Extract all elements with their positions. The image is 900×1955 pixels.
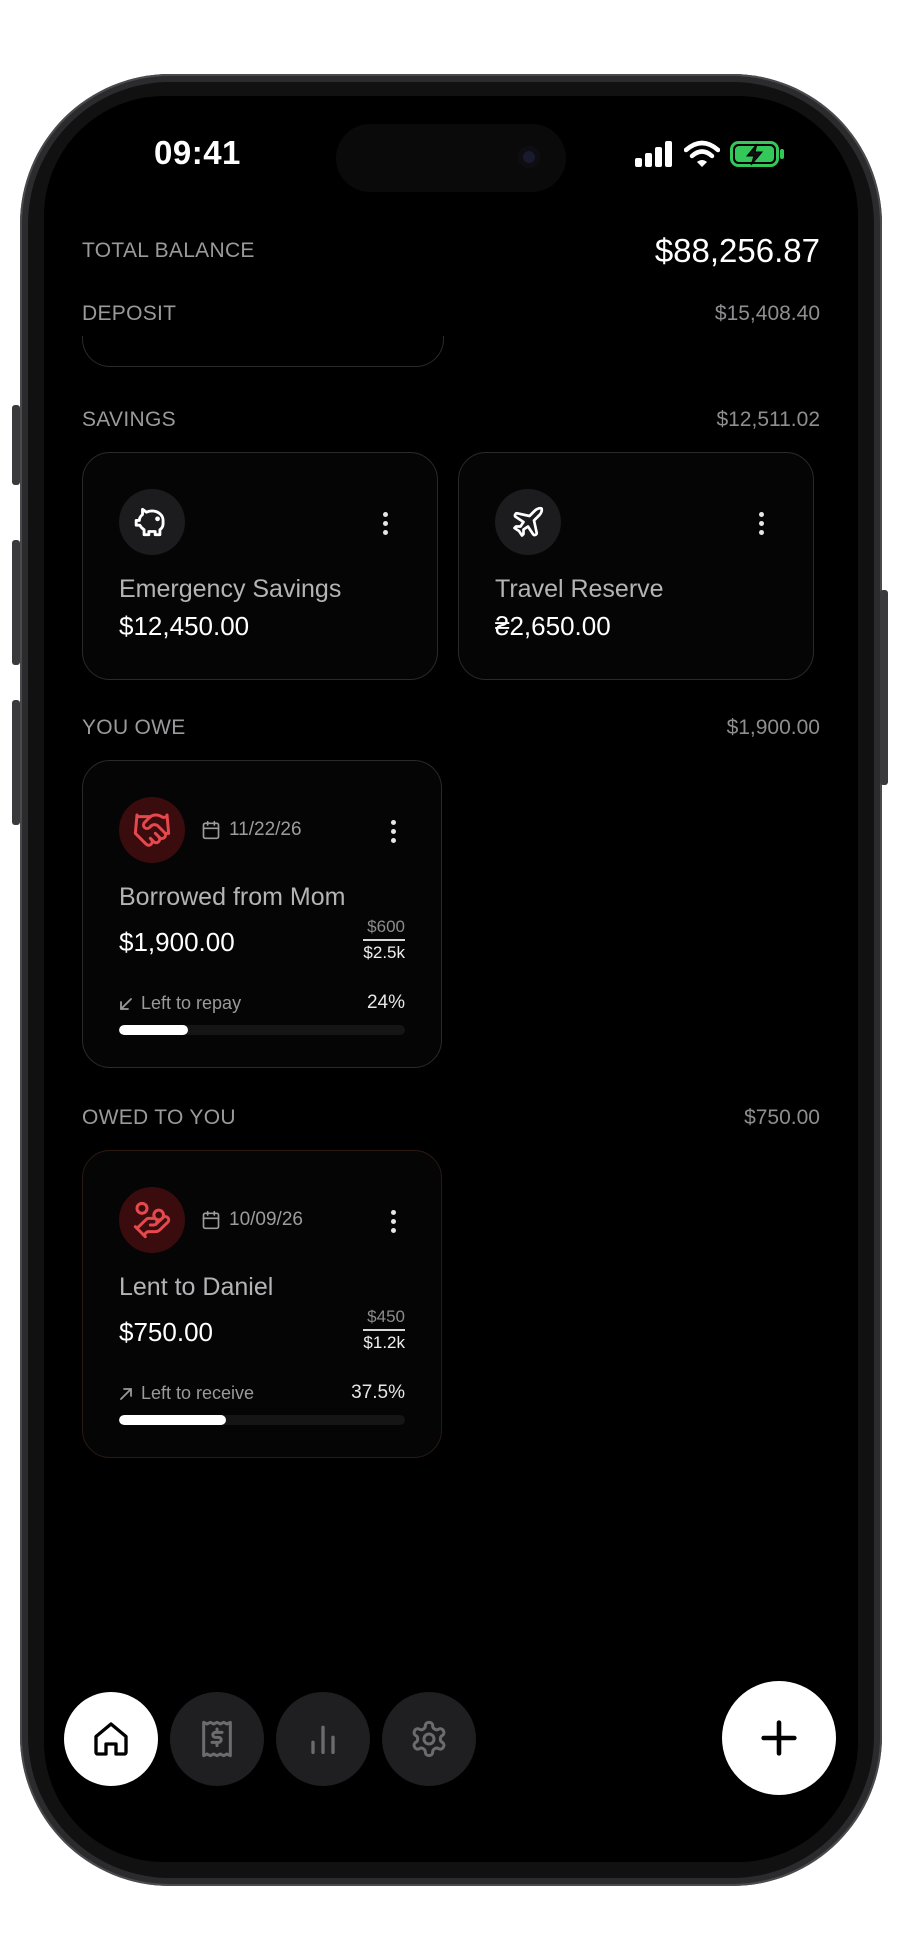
progress-percent: 37.5%	[351, 1382, 405, 1403]
due-date-text: 10/09/26	[229, 1209, 303, 1230]
paid-amount: $600	[363, 917, 405, 941]
progress-fill	[119, 1025, 188, 1035]
total-amount: $2.5k	[363, 943, 405, 962]
arrow-down-left-icon	[120, 997, 132, 1010]
power-button	[880, 590, 888, 785]
app-screen: 09:41 TOTAL BALANCE $88,256.87 DEPOSIT $…	[44, 96, 858, 1862]
debt-card-lent[interactable]: 10/09/26 Lent to Daniel $750.00 $450 $1.…	[82, 1150, 442, 1458]
deposit-card-peek[interactable]	[82, 336, 444, 367]
more-options-icon[interactable]	[381, 811, 405, 851]
due-date: 11/22/26	[201, 819, 302, 841]
debt-card-name: Lent to Daniel	[119, 1273, 274, 1301]
debt-card-name: Borrowed from Mom	[119, 883, 346, 911]
paid-of-total: $600 $2.5k	[363, 917, 405, 963]
calendar-icon	[202, 820, 220, 840]
debt-card-value: $750.00	[119, 1317, 213, 1347]
hand-coins-icon	[133, 1201, 171, 1239]
progress-label-text: Left to receive	[141, 1383, 255, 1403]
progress-track	[119, 1415, 405, 1425]
debt-card-borrowed[interactable]: 11/22/26 Borrowed from Mom $1,900.00 $60…	[82, 760, 442, 1068]
owed-to-you-amount: $750.00	[744, 1106, 820, 1129]
piggy-bank-icon	[134, 507, 165, 537]
debt-card-value: $1,900.00	[119, 927, 235, 957]
progress-label-text: Left to repay	[141, 993, 242, 1013]
cellular-signal-icon	[635, 141, 672, 167]
owed-to-you-label: OWED TO YOU	[82, 1106, 236, 1129]
savings-card-name: Travel Reserve	[495, 575, 664, 603]
savings-amount: $12,511.02	[716, 408, 820, 431]
status-time: 09:41	[154, 134, 241, 171]
battery-charging-icon	[730, 141, 784, 167]
volume-down-button	[12, 700, 20, 825]
progress-label: Left to repay	[119, 993, 241, 1014]
nav-settings-button[interactable]	[382, 1692, 476, 1786]
savings-header[interactable]: SAVINGS $12,511.02	[82, 408, 820, 432]
deposit-header[interactable]: DEPOSIT $15,408.40	[82, 302, 820, 326]
savings-card-travel[interactable]: Travel Reserve ₴2,650.00	[458, 452, 814, 680]
add-button[interactable]	[722, 1681, 836, 1795]
calendar-icon	[202, 1210, 220, 1230]
chart-icon	[311, 1725, 335, 1754]
receipt-icon	[202, 1720, 232, 1758]
more-options-icon[interactable]	[749, 503, 773, 543]
savings-card-value: $12,450.00	[119, 611, 250, 641]
savings-label: SAVINGS	[82, 408, 176, 431]
gear-icon	[412, 1720, 446, 1757]
wifi-icon	[684, 140, 720, 167]
progress-percent: 24%	[366, 992, 405, 1013]
total-amount: $1.2k	[363, 1333, 405, 1352]
deposit-label: DEPOSIT	[82, 302, 177, 325]
airplane-icon	[513, 506, 544, 537]
savings-card-icon	[495, 489, 561, 555]
progress-label: Left to receive	[119, 1383, 254, 1404]
you-owe-amount: $1,900.00	[726, 716, 820, 739]
more-options-icon[interactable]	[381, 1201, 405, 1241]
total-balance-row: TOTAL BALANCE $88,256.87	[82, 232, 820, 270]
deposit-amount: $15,408.40	[714, 302, 820, 325]
nav-transactions-button[interactable]	[170, 1692, 264, 1786]
debt-card-icon	[119, 797, 185, 863]
nav-analytics-button[interactable]	[276, 1692, 370, 1786]
front-camera	[518, 146, 540, 168]
owed-to-you-header[interactable]: OWED TO YOU $750.00	[82, 1106, 820, 1130]
volume-up-button	[12, 540, 20, 665]
more-options-icon[interactable]	[373, 503, 397, 543]
savings-card-name: Emergency Savings	[119, 575, 342, 603]
plus-icon	[761, 1720, 797, 1756]
arrow-up-right-icon	[120, 1387, 132, 1400]
savings-card-icon	[119, 489, 185, 555]
nav-home-button[interactable]	[64, 1692, 158, 1786]
progress-track	[119, 1025, 405, 1035]
savings-card-value: ₴2,650.00	[495, 611, 611, 641]
debt-card-icon	[119, 1187, 185, 1253]
handshake-icon	[133, 813, 171, 847]
savings-card-emergency[interactable]: Emergency Savings $12,450.00	[82, 452, 438, 680]
total-balance-amount: $88,256.87	[654, 232, 820, 269]
due-date: 10/09/26	[201, 1209, 303, 1231]
you-owe-header[interactable]: YOU OWE $1,900.00	[82, 716, 820, 740]
total-balance-label: TOTAL BALANCE	[82, 239, 255, 262]
action-button	[12, 405, 20, 485]
paid-of-total: $450 $1.2k	[363, 1307, 405, 1353]
home-icon	[94, 1722, 128, 1756]
paid-amount: $450	[363, 1307, 405, 1331]
status-icons	[634, 140, 786, 168]
you-owe-label: YOU OWE	[82, 716, 186, 739]
due-date-text: 11/22/26	[229, 819, 302, 840]
progress-fill	[119, 1415, 227, 1425]
